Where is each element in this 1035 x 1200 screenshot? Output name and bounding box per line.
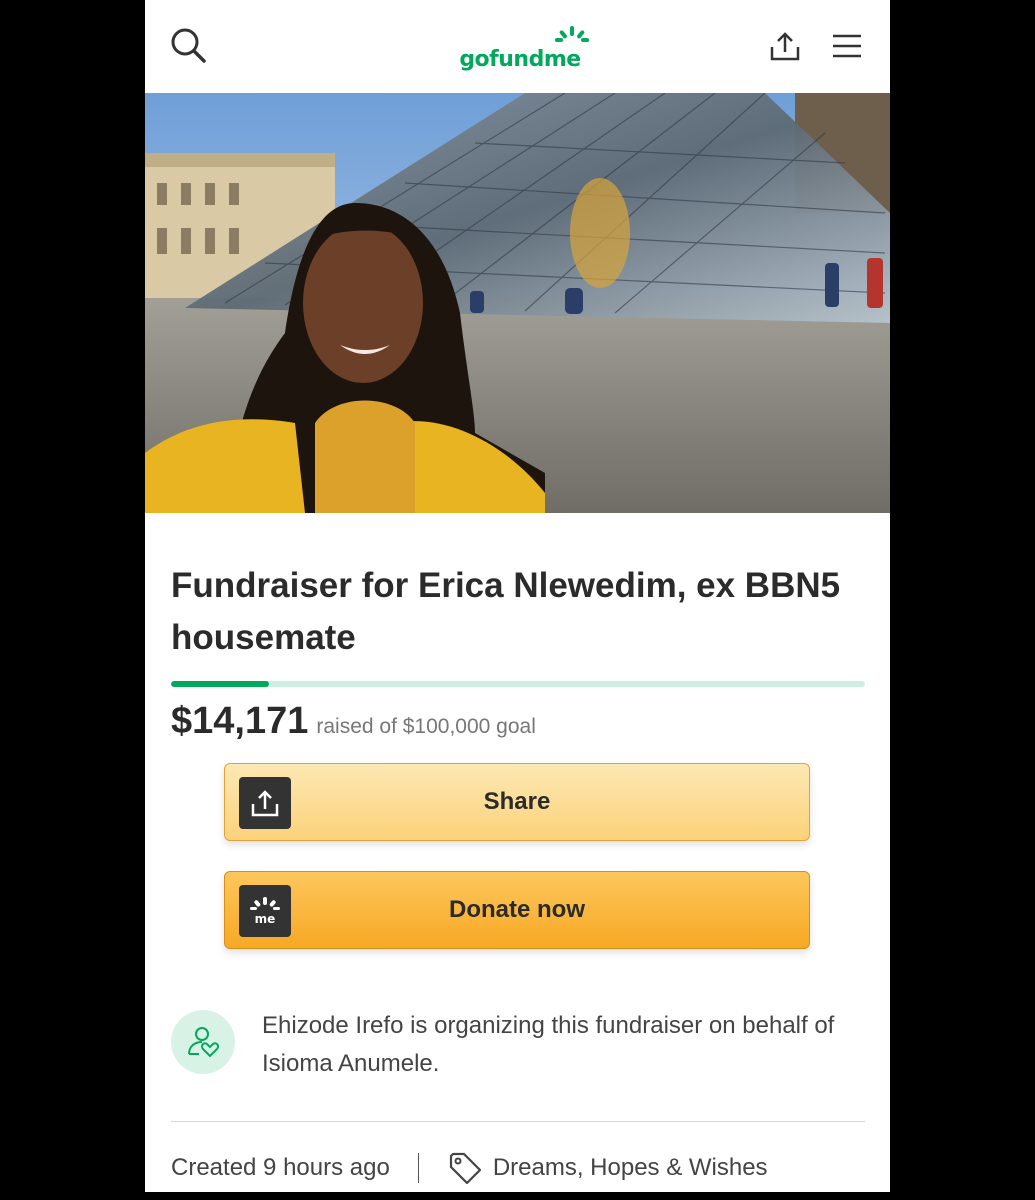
share-icon	[239, 777, 291, 829]
top-bar: gofundme	[145, 0, 890, 93]
hero-photo	[145, 93, 890, 513]
meta-separator	[417, 1153, 419, 1183]
share-button[interactable]: Share	[224, 763, 810, 841]
campaign-photo	[145, 93, 890, 513]
share-icon[interactable]	[765, 26, 805, 66]
user-heart-icon	[188, 1027, 220, 1058]
logo-text: gofundme	[459, 47, 581, 72]
gofundme-me-icon: me	[239, 885, 291, 937]
gofundme-logo[interactable]: gofundme	[445, 22, 595, 72]
campaign-title: Fundraiser for Erica Nlewedim, ex BBN5 h…	[171, 566, 841, 657]
created-time: Created 9 hours ago	[171, 1154, 390, 1181]
phone-screen: gofundme Fundraiser for Erica Nlewedim, …	[145, 0, 890, 1192]
svg-text:me: me	[255, 912, 276, 926]
divider	[171, 1121, 865, 1122]
goal-text: raised of $100,000 goal	[316, 715, 536, 738]
progress-bar	[171, 681, 865, 687]
campaign-meta: Created 9 hours ago Dreams, Hopes & Wish…	[171, 1150, 768, 1186]
donate-button[interactable]: me Donate now	[224, 871, 810, 949]
organizer-text: Ehizode Irefo is organizing this fundrai…	[262, 1012, 835, 1077]
organizer-avatar	[171, 1010, 235, 1074]
category-label: Dreams, Hopes & Wishes	[492, 1154, 768, 1181]
category-link[interactable]: Dreams, Hopes & Wishes	[447, 1150, 768, 1186]
tag-icon	[449, 1152, 481, 1185]
share-button-label: Share	[483, 788, 551, 815]
raised-summary: $14,171 raised of $100,000 goal	[171, 700, 536, 743]
logo-rays-icon	[555, 26, 589, 42]
raised-amount: $14,171	[171, 700, 309, 742]
donate-button-label: Donate now	[449, 896, 585, 923]
progress-fill	[171, 681, 270, 687]
menu-icon[interactable]	[827, 26, 867, 66]
search-icon[interactable]	[167, 24, 211, 68]
